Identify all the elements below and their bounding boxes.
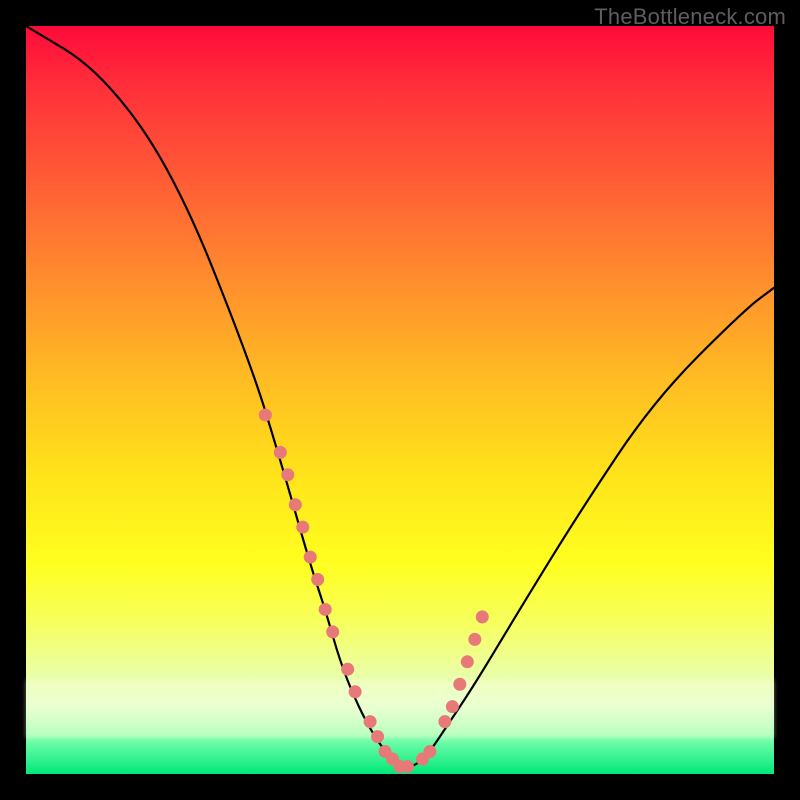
curve-marker <box>311 573 324 586</box>
curve-marker <box>289 498 302 511</box>
curve-marker <box>461 655 474 668</box>
curve-marker <box>274 446 287 459</box>
curve-marker <box>326 625 339 638</box>
curve-markers <box>259 408 489 773</box>
curve-marker <box>438 715 451 728</box>
curve-marker <box>446 700 459 713</box>
bottleneck-curve <box>26 26 774 774</box>
curve-marker <box>341 663 354 676</box>
chart-plot-area <box>26 26 774 774</box>
curve-line <box>26 26 774 767</box>
curve-marker <box>468 633 481 646</box>
curve-marker <box>423 745 436 758</box>
curve-marker <box>319 603 332 616</box>
curve-marker <box>401 760 414 773</box>
curve-marker <box>364 715 377 728</box>
curve-marker <box>371 730 384 743</box>
curve-marker <box>349 685 362 698</box>
curve-marker <box>476 610 489 623</box>
curve-marker <box>281 468 294 481</box>
curve-marker <box>453 678 466 691</box>
curve-marker <box>259 408 272 421</box>
curve-marker <box>304 551 317 564</box>
curve-marker <box>296 521 309 534</box>
watermark-text: TheBottleneck.com <box>594 4 786 30</box>
